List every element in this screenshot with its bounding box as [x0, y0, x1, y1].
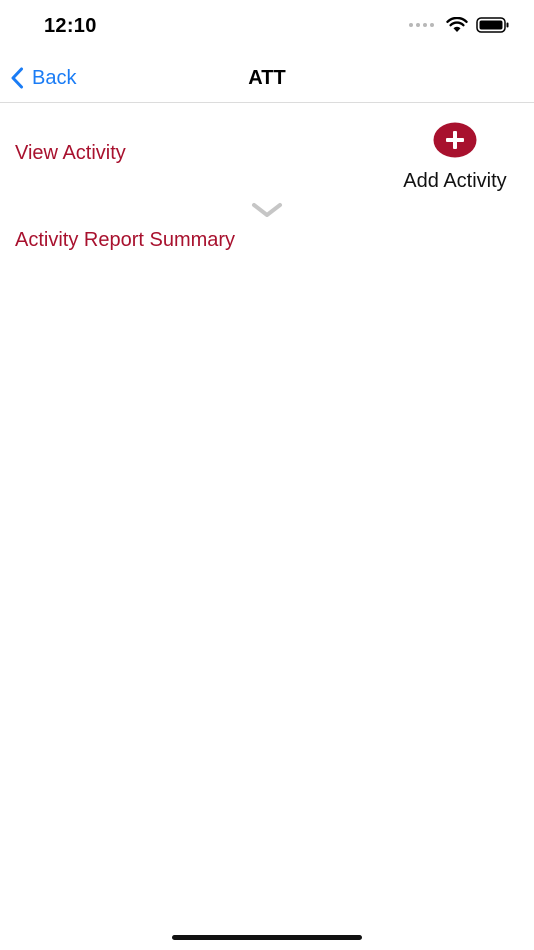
- page-title: ATT: [248, 67, 286, 89]
- wifi-icon: [446, 17, 468, 32]
- status-time: 12:10: [44, 15, 97, 37]
- add-activity-label: Add Activity: [403, 170, 507, 192]
- add-activity-button[interactable]: Add Activity: [390, 122, 520, 193]
- view-activity-link[interactable]: View Activity: [15, 142, 126, 165]
- status-bar: 12:10: [0, 0, 534, 54]
- chevron-down-icon[interactable]: [251, 202, 283, 218]
- plus-circle-icon: [433, 122, 477, 158]
- status-icons: [409, 17, 510, 33]
- navigation-bar: Back ATT: [0, 54, 534, 103]
- battery-icon: [476, 17, 509, 33]
- activity-report-summary-link[interactable]: Activity Report Summary: [15, 229, 235, 252]
- cellular-signal-icon: [409, 23, 434, 27]
- home-indicator[interactable]: [172, 935, 362, 940]
